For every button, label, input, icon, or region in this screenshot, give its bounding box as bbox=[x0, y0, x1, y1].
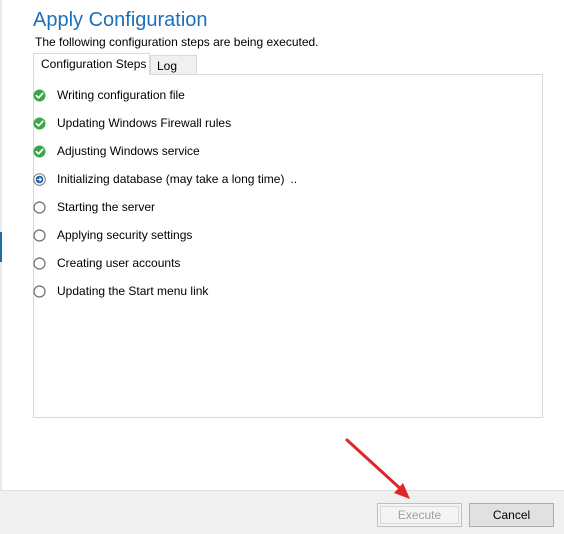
tab-configuration-steps[interactable]: Configuration Steps bbox=[33, 53, 150, 75]
check-icon bbox=[33, 117, 46, 130]
step-label-text: Initializing database (may take a long t… bbox=[57, 172, 285, 186]
execute-button[interactable]: Execute bbox=[377, 503, 462, 527]
step-label: Updating the Start menu link bbox=[57, 284, 209, 298]
tab-log[interactable]: Log bbox=[150, 55, 197, 75]
step-label: Creating user accounts bbox=[57, 256, 181, 270]
check-icon bbox=[33, 89, 46, 102]
step-label: Updating Windows Firewall rules bbox=[57, 116, 232, 130]
step-label: Applying security settings bbox=[57, 228, 193, 242]
page-title: Apply Configuration bbox=[33, 9, 208, 31]
step-label: Writing configuration file bbox=[57, 88, 185, 102]
pending-circle-icon bbox=[33, 201, 46, 214]
apply-configuration-window: Apply Configuration The following config… bbox=[0, 0, 564, 534]
step-label: Initializing database (may take a long t… bbox=[57, 172, 297, 186]
pending-circle-icon bbox=[33, 257, 46, 270]
step-item: Writing configuration file bbox=[33, 87, 483, 105]
window-left-accent bbox=[0, 232, 2, 262]
step-item: Applying security settings bbox=[33, 227, 483, 245]
check-icon bbox=[33, 145, 46, 158]
cancel-button[interactable]: Cancel bbox=[469, 503, 554, 527]
progress-dots: .. bbox=[290, 172, 298, 186]
page-subtitle: The following configuration steps are be… bbox=[35, 35, 319, 49]
step-item-current: Initializing database (may take a long t… bbox=[33, 171, 483, 189]
pending-circle-icon bbox=[33, 285, 46, 298]
step-item: Starting the server bbox=[33, 199, 483, 217]
pending-circle-icon bbox=[33, 229, 46, 242]
step-label: Starting the server bbox=[57, 200, 156, 214]
step-item: Updating Windows Firewall rules bbox=[33, 115, 483, 133]
current-step-icon bbox=[33, 173, 46, 186]
window-left-edge bbox=[0, 0, 2, 534]
step-label: Adjusting Windows service bbox=[57, 144, 200, 158]
step-item: Creating user accounts bbox=[33, 255, 483, 273]
step-item: Adjusting Windows service bbox=[33, 143, 483, 161]
step-item: Updating the Start menu link bbox=[33, 283, 483, 301]
